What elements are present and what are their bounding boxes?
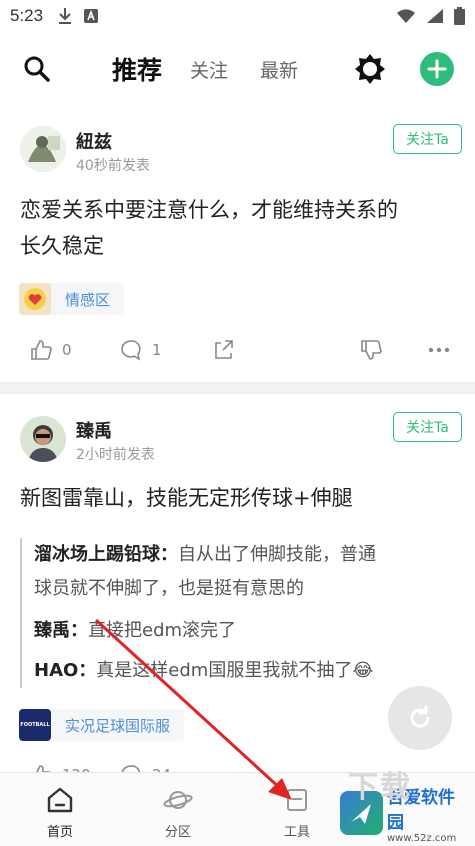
share-icon — [215, 340, 233, 359]
tab-recommend[interactable]: 推荐 — [112, 32, 162, 106]
tag-label: 实况足球国际服 — [65, 716, 171, 735]
follow-button[interactable]: 关注Ta — [393, 412, 462, 442]
theme-toggle-icon[interactable] — [353, 52, 387, 86]
plus-icon — [427, 59, 447, 79]
author-name[interactable]: 紐兹 — [76, 128, 112, 154]
app-notification-icon — [84, 9, 99, 23]
comment-preview[interactable]: 溜冰场上踢铅球：自从出了伸脚技能，普通 球员就不伸脚了，也是挺有意思的 臻禹：直… — [20, 538, 460, 688]
refresh-button[interactable] — [388, 686, 452, 750]
search-icon[interactable] — [22, 54, 52, 84]
post-title[interactable]: 恋爱关系中要注意什么，才能维持关系的 长久稳定 — [20, 192, 459, 264]
refresh-icon — [410, 705, 430, 728]
thumbs-down-icon — [361, 340, 382, 360]
download-icon — [59, 8, 72, 24]
topic-tag[interactable]: 情感区 — [19, 283, 125, 315]
home-icon — [47, 787, 73, 813]
quote-comment-cont: 球员就不伸脚了，也是挺有意思的 — [34, 578, 304, 599]
tab-latest[interactable]: 最新 — [260, 32, 298, 106]
top-nav: 推荐 关注 最新 — [0, 32, 475, 106]
quote-comment: 臻禹：直接把edm滚完了 — [34, 620, 237, 641]
bottom-tab-tools[interactable]: 工具 — [257, 773, 337, 846]
avatar[interactable] — [20, 416, 66, 462]
tools-icon — [287, 789, 307, 811]
more-icon — [428, 347, 450, 353]
site-watermark: 下载 吾爱软件园 www.52z.com — [340, 770, 470, 844]
bottom-tab-categories[interactable]: 分区 — [138, 773, 218, 846]
signal-icon — [427, 9, 443, 23]
quote-comment: 溜冰场上踢铅球：自从出了伸脚技能，普通 — [34, 544, 376, 565]
thumbs-up-icon — [31, 340, 52, 360]
heart-chat-icon — [19, 283, 51, 315]
quote-comment: HAO：真是这样edm国服里我就不抽了😂 — [34, 660, 374, 681]
post-actions: 0 1 — [0, 335, 475, 365]
like-button[interactable]: 0 — [30, 335, 72, 365]
tab-label: 工具 — [283, 825, 310, 840]
tab-label: 首页 — [46, 825, 73, 840]
commenter-name: 臻禹： — [34, 620, 88, 641]
status-time: 5:23 — [10, 6, 44, 25]
more-button[interactable] — [428, 335, 450, 365]
avatar[interactable] — [20, 126, 66, 172]
post-card[interactable]: 紐兹 40秒前发表 关注Ta 恋爱关系中要注意什么，才能维持关系的 长久稳定 情… — [0, 106, 475, 382]
watermark-big-text: 下载 — [348, 770, 412, 805]
author-name[interactable]: 臻禹 — [76, 417, 112, 443]
wifi-icon — [397, 9, 415, 23]
comment-button[interactable]: 1 — [120, 335, 162, 365]
tab-label: 分区 — [164, 825, 191, 840]
post-time: 2小时前发表 — [76, 447, 155, 463]
comment-count: 1 — [152, 341, 162, 359]
commenter-name: 溜冰场上踢铅球： — [34, 544, 178, 565]
topic-tag[interactable]: FOOTBALL 实况足球国际服 — [19, 709, 185, 741]
like-count: 0 — [62, 341, 72, 359]
post-title[interactable]: 新图雷靠山，技能无定形传球+伸腿 — [20, 480, 459, 516]
efootball-logo-icon: FOOTBALL — [19, 709, 51, 741]
battery-icon — [454, 7, 465, 25]
add-post-button[interactable] — [420, 52, 454, 86]
share-button[interactable] — [212, 335, 234, 365]
tag-label: 情感区 — [65, 290, 111, 309]
commenter-name: HAO： — [34, 660, 97, 681]
post-time: 40秒前发表 — [76, 158, 150, 174]
dislike-button[interactable] — [360, 335, 382, 365]
comment-icon — [121, 340, 141, 361]
follow-button[interactable]: 关注Ta — [393, 124, 462, 154]
status-bar: 5:23 — [0, 0, 475, 32]
watermark-url: www.52z.com — [386, 832, 457, 844]
planet-icon — [163, 791, 193, 809]
bottom-tab-home[interactable]: 首页 — [20, 773, 100, 846]
tab-follow[interactable]: 关注 — [190, 32, 228, 106]
